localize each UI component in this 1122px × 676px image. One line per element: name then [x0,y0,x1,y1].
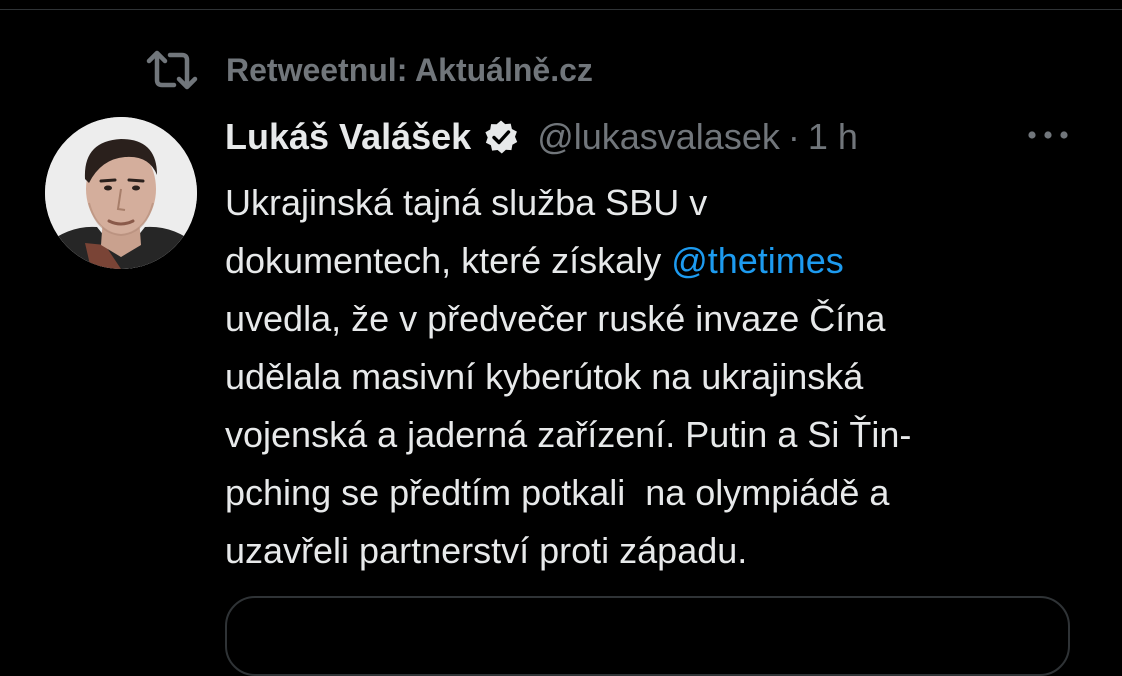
tweet-text-line: pching se předtím potkali na olympiádě a [225,472,890,513]
tweet-text-segment: dokumentech, které získaly [225,240,672,281]
retweet-context[interactable]: Retweetnul: Aktuálně.cz [146,50,593,90]
tweet-text-line: uzavřeli partnerství proti západu. [225,530,748,571]
tweet-text-line: vojenská a jaderná zařízení. Putin a Si … [225,414,912,455]
top-divider [0,9,1122,10]
retweet-icon [146,50,198,90]
tweet-text: Ukrajinská tajná služba SBU v dokumentec… [225,174,1105,580]
post-timestamp[interactable]: 1 h [808,116,858,158]
tweet-text-line: Ukrajinská tajná služba SBU v [225,182,708,223]
tweet-text-line: uvedla, že v předvečer ruské invaze Čína [225,298,886,339]
tweet-text-line: udělala masivní kyberútok na ukrajinská [225,356,864,397]
author-handle[interactable]: @lukasvalasek [537,116,780,158]
tweet-header: Lukáš Valášek @lukasvalasek · 1 h [225,114,858,160]
avatar[interactable] [45,117,197,269]
tweet-text-line: dokumentech, které získaly @thetimes [225,232,1105,290]
meta-separator: · [787,116,800,157]
more-horizontal-icon [1026,127,1070,145]
more-options-button[interactable] [1024,122,1072,150]
link-card-preview[interactable] [225,596,1070,676]
mention-link[interactable]: @thetimes [671,240,844,281]
verified-badge-icon [483,119,519,155]
retweet-label[interactable]: Retweetnul: Aktuálně.cz [226,52,593,89]
author-name[interactable]: Lukáš Valášek [225,116,471,158]
